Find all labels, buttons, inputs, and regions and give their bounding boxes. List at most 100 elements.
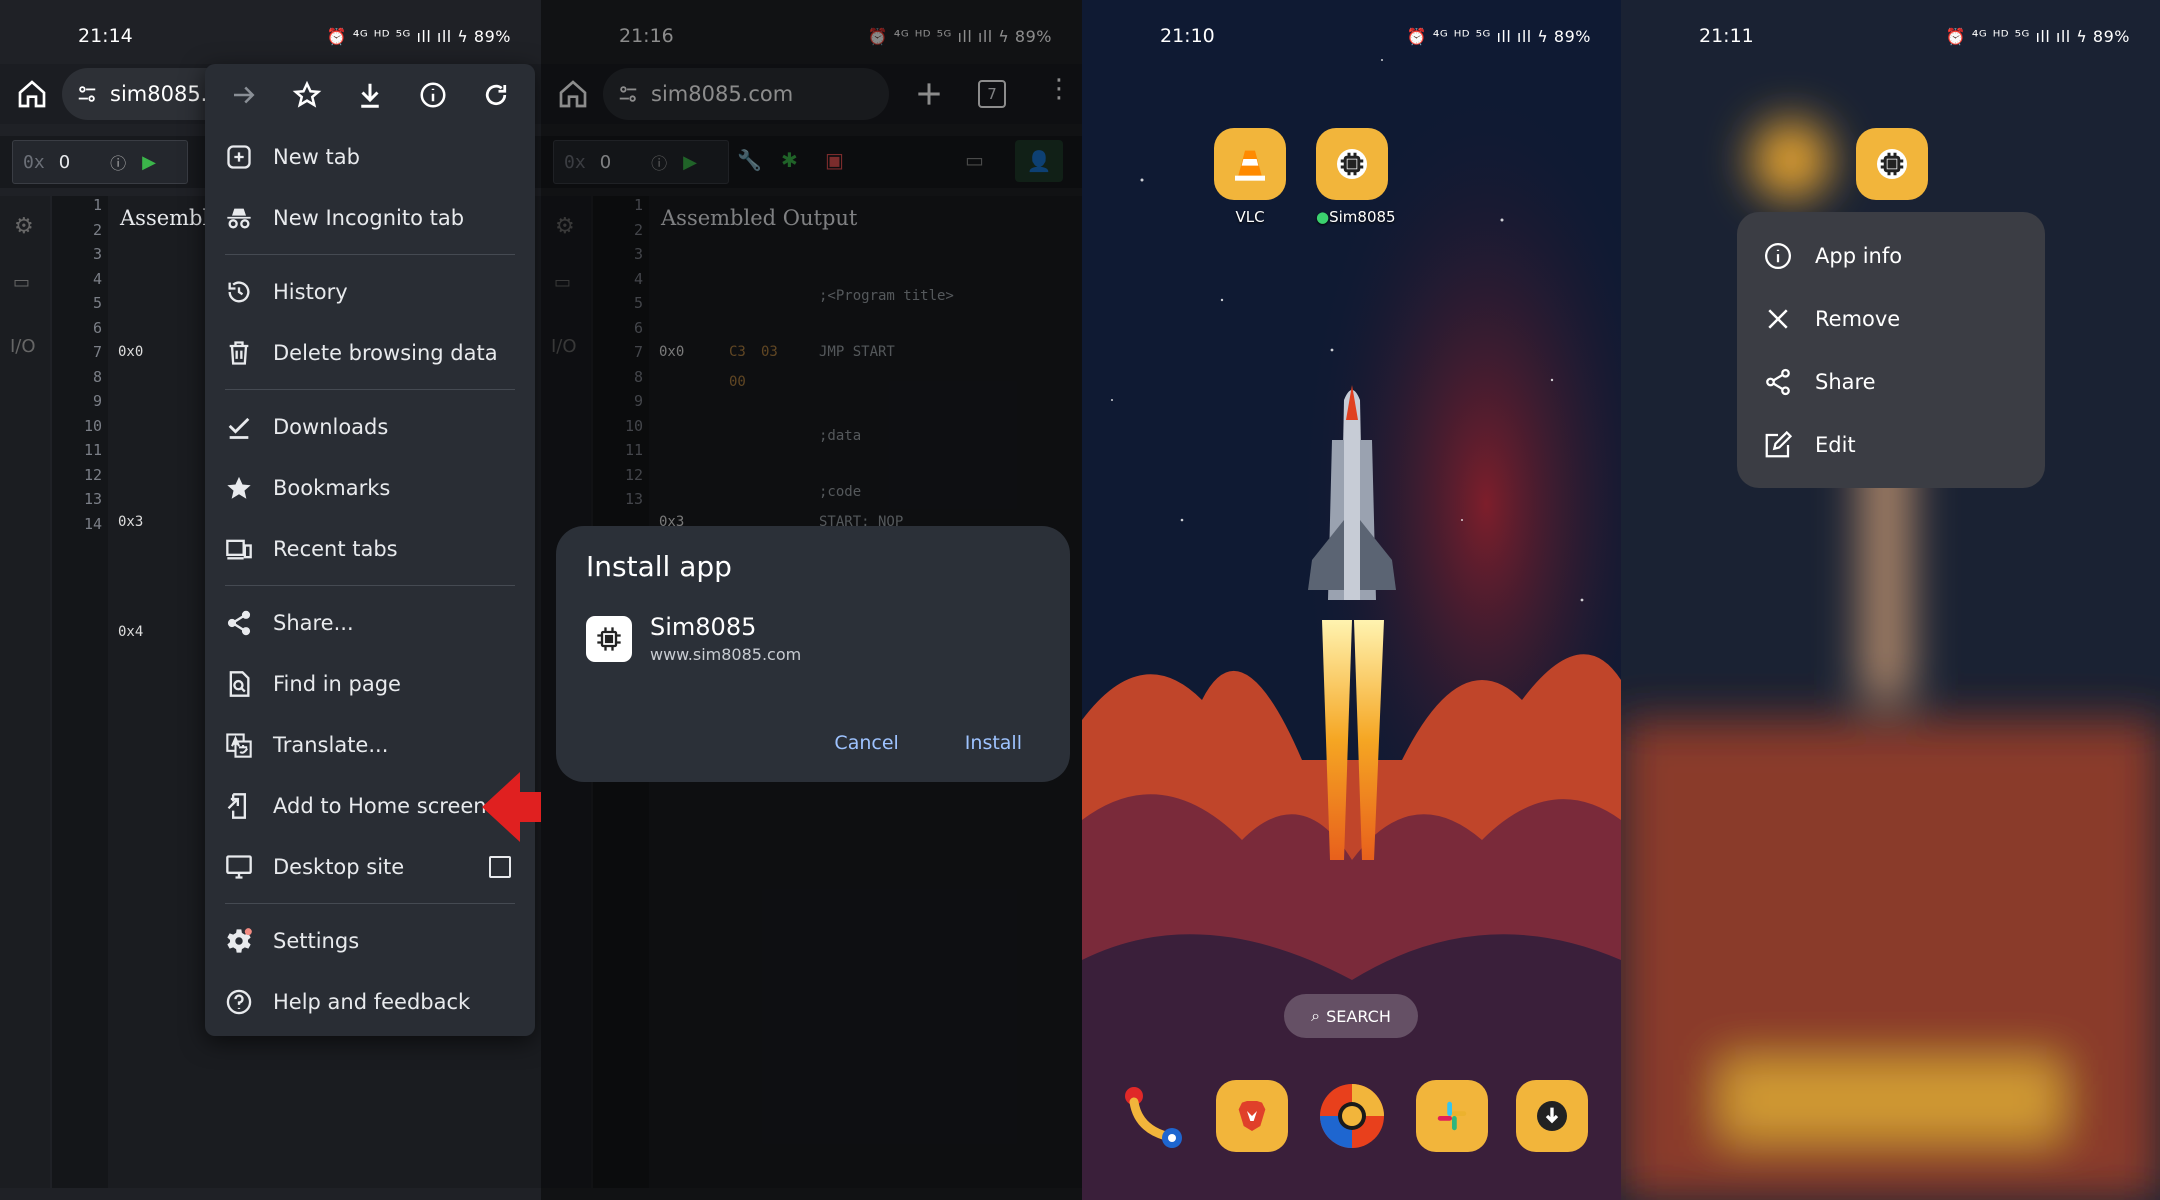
status-bar: 21:10 ⏰ ⁴ᴳ ᴴᴰ ⁵ᴳ ıll ıll ϟ 89% xyxy=(1082,0,1621,72)
devices-icon xyxy=(226,539,252,559)
hash-glyph xyxy=(1437,1101,1467,1131)
menu-item-help-and-feedback[interactable]: Help and feedback xyxy=(205,971,535,1032)
menu-item-new-incognito-tab[interactable]: New Incognito tab xyxy=(205,187,535,248)
site-settings-icon[interactable] xyxy=(76,83,98,105)
context-item-edit[interactable]: Edit xyxy=(1737,413,2045,476)
panel-home-screen: 21:10 ⏰ ⁴ᴳ ᴴᴰ ⁵ᴳ ıll ıll ϟ 89% VLC ●Sim8… xyxy=(1082,0,1621,1200)
history-icon xyxy=(228,281,250,302)
menu-item-new-tab[interactable]: New tab xyxy=(205,126,535,187)
menu-divider xyxy=(225,389,515,390)
app-sim8085[interactable] xyxy=(1856,128,1928,200)
context-item-label: Share xyxy=(1815,369,1876,394)
menu-divider xyxy=(225,903,515,904)
menu-item-settings[interactable]: Settings xyxy=(205,910,535,971)
line-number: 5 xyxy=(92,294,102,312)
chrome-icon[interactable] xyxy=(1316,1080,1388,1152)
panel-context-menu: 21:11 ⏰ ⁴ᴳ ᴴᴰ ⁵ᴳ ıll ıll ϟ 89% App info … xyxy=(1621,0,2160,1200)
close-icon xyxy=(1768,308,1788,329)
app-label: VLC xyxy=(1235,208,1265,226)
panel-install-app: 21:16 ⏰ ⁴ᴳ ᴴᴰ ⁵ᴳ ıll ıll ϟ 89% sim8085.c… xyxy=(541,0,1082,1200)
status-indicators: ⏰ ⁴ᴳ ᴴᴰ ⁵ᴳ ıll ıll ϟ 89% xyxy=(326,26,511,46)
traffic-cone-icon xyxy=(1235,150,1265,181)
chrome-overflow-menu: New tab New Incognito tab History Delete… xyxy=(205,64,535,1036)
forward-icon[interactable] xyxy=(229,80,259,110)
context-item-remove[interactable]: Remove xyxy=(1737,287,2045,350)
hex-prefix: 0x xyxy=(23,151,45,173)
app-vlc[interactable]: VLC xyxy=(1214,128,1286,226)
run-icon[interactable]: ▶ xyxy=(142,152,156,173)
status-time: 21:11 xyxy=(1699,25,1754,47)
install-button[interactable]: Install xyxy=(965,732,1022,754)
address-cell: 0x0 xyxy=(118,344,144,360)
menu-item-label: Add to Home screen xyxy=(273,793,487,818)
page-info-icon[interactable] xyxy=(418,80,448,110)
memory-icon[interactable]: ▭ xyxy=(13,272,30,293)
chip-glyph xyxy=(1337,149,1367,179)
menu-item-share[interactable]: Share... xyxy=(205,592,535,653)
menu-item-history[interactable]: History xyxy=(205,261,535,322)
hex-input[interactable]: 0x 0 ⓘ ▶ xyxy=(12,140,188,184)
line-number: 3 xyxy=(92,245,102,263)
hex-value: 0 xyxy=(58,151,71,173)
slack-icon[interactable] xyxy=(1416,1080,1488,1152)
menu-action-row xyxy=(205,64,535,126)
status-bar: 21:14 ⏰ ⁴ᴳ ᴴᴰ ⁵ᴳ ıll ıll ϟ 89% xyxy=(0,0,541,72)
screenshot-stage: 21:14 ⏰ ⁴ᴳ ᴴᴰ ⁵ᴳ ıll ıll ϟ 89% sim8085.c… xyxy=(0,0,2160,1200)
io-label[interactable]: I/O xyxy=(10,336,36,357)
share-icon xyxy=(1766,368,1790,395)
phone-glyph xyxy=(1125,1087,1182,1148)
line-number: 10 xyxy=(83,416,102,435)
menu-item-label: Help and feedback xyxy=(273,989,471,1014)
monitor-icon xyxy=(226,854,252,879)
app-label-text: Sim8085 xyxy=(1329,208,1396,226)
menu-item-desktop-site[interactable]: Desktop site xyxy=(205,836,535,897)
plus-box-icon xyxy=(227,144,251,169)
brave-icon[interactable] xyxy=(1216,1080,1288,1152)
chip-icon[interactable]: ⚙ xyxy=(14,214,34,239)
lion-glyph xyxy=(1238,1101,1266,1131)
install-app-dialog: Install app Sim8085 www.sim8085.com Canc… xyxy=(556,526,1070,782)
desktop-site-checkbox[interactable] xyxy=(489,855,511,878)
chip-icon xyxy=(1316,128,1388,200)
menu-item-translate[interactable]: Translate... xyxy=(205,714,535,775)
download-icon[interactable] xyxy=(355,80,385,110)
bookmark-star-icon[interactable] xyxy=(292,80,322,110)
status-time: 21:14 xyxy=(78,25,133,47)
gear-icon xyxy=(227,927,252,953)
phone-icon[interactable] xyxy=(1116,1080,1188,1152)
line-number: 13 xyxy=(83,490,102,508)
find-icon xyxy=(229,670,250,697)
app-label: ●Sim8085 xyxy=(1316,208,1396,226)
menu-item-label: History xyxy=(273,279,348,304)
reload-icon[interactable] xyxy=(481,80,511,110)
context-item-app-info[interactable]: App info xyxy=(1737,224,2045,287)
menu-item-label: Translate... xyxy=(273,732,389,757)
context-item-label: App info xyxy=(1815,243,1903,268)
menu-item-downloads[interactable]: Downloads xyxy=(205,396,535,457)
info-icon xyxy=(1765,242,1791,269)
home-icon[interactable] xyxy=(16,78,48,110)
line-number: 2 xyxy=(92,220,102,239)
help-circle-icon[interactable]: ⓘ xyxy=(110,150,126,174)
line-number: 6 xyxy=(92,318,102,337)
address-cell: 0x3 xyxy=(118,514,144,530)
app-sim8085[interactable]: ●Sim8085 xyxy=(1316,128,1396,226)
app-row: Sim8085 www.sim8085.com xyxy=(586,613,1040,664)
search-pill[interactable]: ⌕ SEARCH xyxy=(1284,994,1418,1038)
status-time: 21:10 xyxy=(1160,25,1215,47)
download-icon[interactable] xyxy=(1516,1080,1588,1152)
app-name: Sim8085 xyxy=(650,613,757,641)
context-item-share[interactable]: Share xyxy=(1737,350,2045,413)
menu-item-recent-tabs[interactable]: Recent tabs xyxy=(205,518,535,579)
menu-item-label: New tab xyxy=(273,144,360,169)
menu-item-bookmarks[interactable]: Bookmarks xyxy=(205,457,535,518)
edit-icon xyxy=(1765,430,1793,457)
app-context-menu: App info Remove Share Edit xyxy=(1737,212,2045,488)
status-indicators: ⏰ ⁴ᴳ ᴴᴰ ⁵ᴳ ıll ıll ϟ 89% xyxy=(1945,26,2130,46)
menu-item-find-in-page[interactable]: Find in page xyxy=(205,653,535,714)
menu-item-delete-browsing-data[interactable]: Delete browsing data xyxy=(205,322,535,383)
line-number: 8 xyxy=(92,367,102,386)
menu-item-label: Settings xyxy=(273,928,360,953)
cancel-button[interactable]: Cancel xyxy=(834,732,898,754)
search-label: SEARCH xyxy=(1326,1006,1391,1026)
